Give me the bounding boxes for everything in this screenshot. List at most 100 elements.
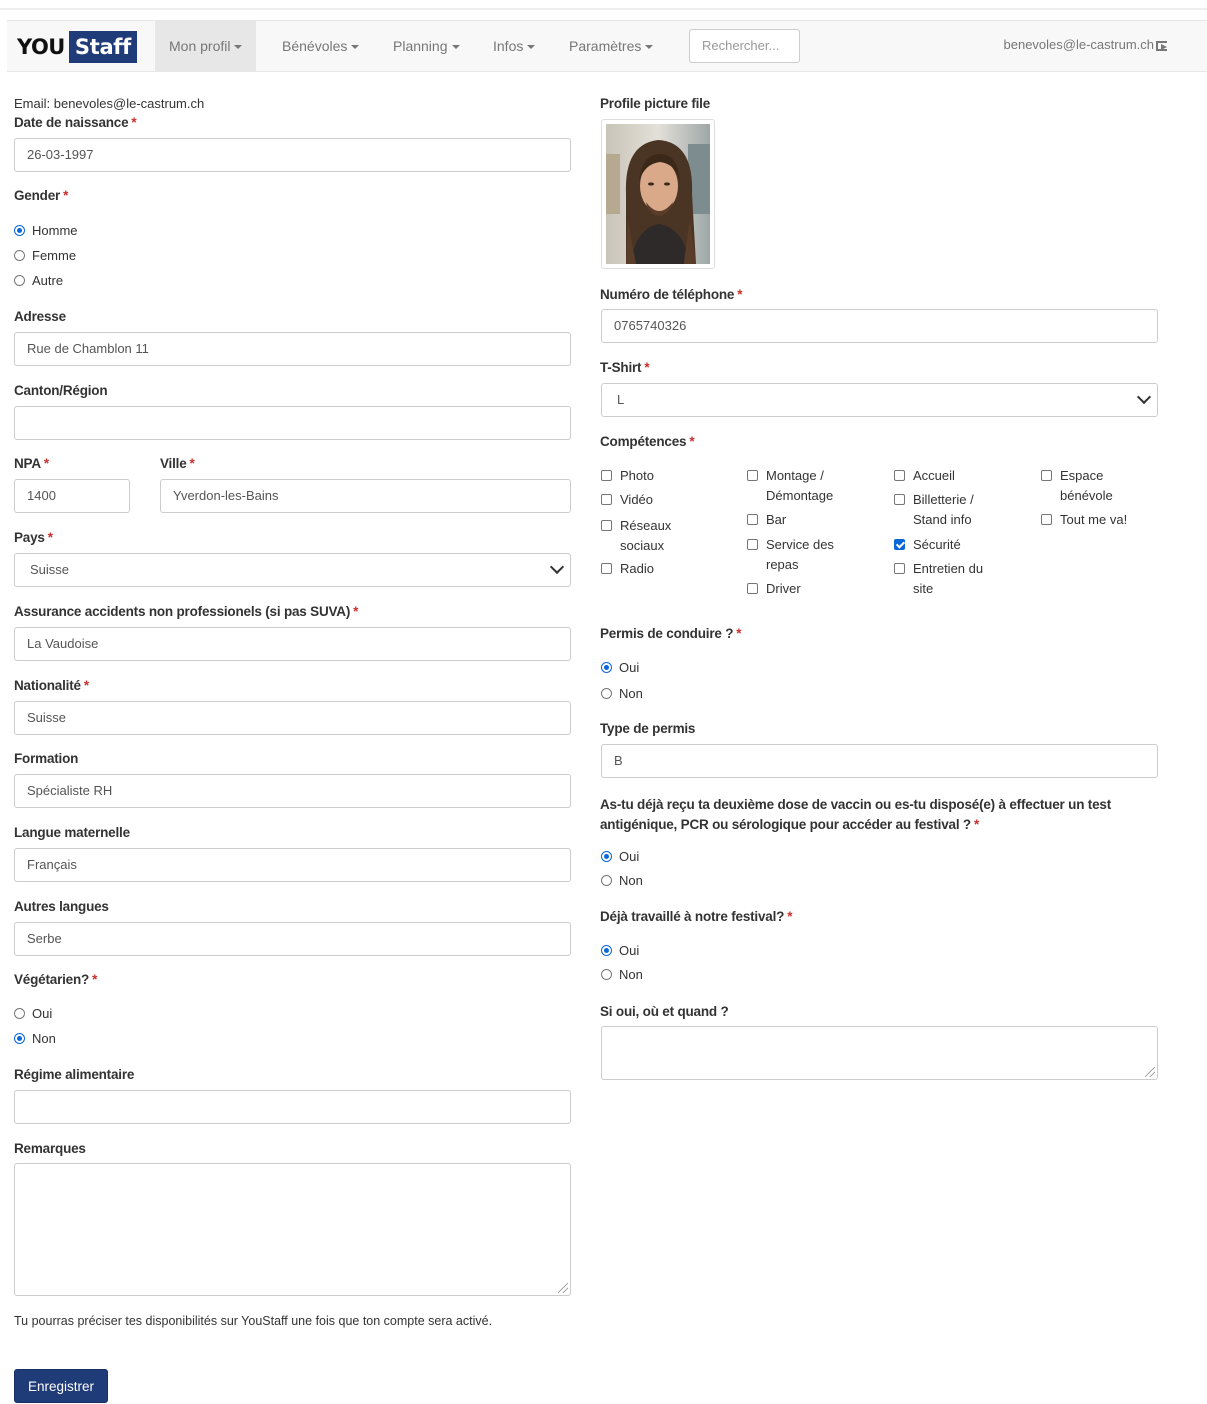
email-line: Email: benevoles@le-castrum.ch — [14, 96, 205, 111]
resize-grip-icon[interactable] — [1145, 1067, 1155, 1077]
country-value: Suisse — [30, 562, 70, 577]
checkbox-icon — [894, 494, 905, 505]
skill-driver-checkbox[interactable]: Driver — [747, 579, 877, 599]
mother-tongue-field[interactable]: Français — [14, 848, 571, 882]
skill-espace-checkbox[interactable]: Espace bénévole — [1041, 466, 1141, 506]
checkbox-checked-icon — [894, 539, 905, 550]
nav-label: Planning — [393, 38, 448, 54]
vegetarian-non-radio[interactable]: Non — [14, 1031, 56, 1046]
skill-montage-checkbox[interactable]: Montage / Démontage — [747, 466, 865, 506]
skill-billetterie-checkbox[interactable]: Billetterie / Stand info — [894, 490, 1004, 530]
city-field[interactable]: Yverdon-les-Bains — [160, 479, 571, 513]
brand-you: YOU — [17, 35, 65, 59]
license-type-field[interactable]: B — [601, 744, 1158, 778]
checkbox-icon — [747, 470, 758, 481]
diet-field[interactable] — [14, 1090, 571, 1124]
skill-entretien-checkbox[interactable]: Entretien du site — [894, 559, 1004, 599]
license-label: Permis de conduire ? * — [600, 626, 742, 641]
search-input[interactable]: Rechercher... — [689, 29, 800, 63]
diet-label: Régime alimentaire — [14, 1067, 135, 1082]
save-button[interactable]: Enregistrer — [14, 1369, 109, 1403]
tshirt-value: L — [617, 392, 625, 407]
checkbox-icon — [747, 514, 758, 525]
brand-logo[interactable]: YOU Staff — [17, 31, 137, 63]
gender-homme-radio[interactable]: Homme — [14, 223, 78, 238]
license-oui-radio[interactable]: Oui — [601, 660, 639, 675]
address-label: Adresse — [14, 309, 66, 324]
remarks-textarea[interactable] — [14, 1163, 571, 1296]
radio-icon — [601, 969, 612, 980]
vaccine-non-radio[interactable]: Non — [601, 873, 643, 888]
vaccine-label: As-tu déjà reçu ta deuxième dose de vacc… — [600, 797, 1111, 832]
tshirt-select[interactable]: L — [601, 383, 1158, 417]
skill-securite-checkbox[interactable]: Sécurité — [894, 535, 1024, 555]
radio-selected-icon — [601, 851, 612, 862]
skills-label: Compétences * — [600, 434, 695, 449]
insurance-field[interactable]: La Vaudoise — [14, 627, 571, 661]
license-type-label: Type de permis — [600, 721, 696, 736]
user-logout-link[interactable]: benevoles@le-castrum.ch — [1004, 21, 1167, 69]
tshirt-label: T-Shirt * — [600, 360, 650, 375]
nav-planning[interactable]: Planning — [379, 21, 474, 72]
skill-video-checkbox[interactable]: Vidéo — [601, 490, 731, 510]
skill-repas-checkbox[interactable]: Service des repas — [747, 535, 865, 575]
insurance-label: Assurance accidents non professionels (s… — [14, 604, 359, 619]
photo-label: Profile picture file — [600, 96, 711, 111]
nav-label: Bénévoles — [282, 38, 348, 54]
vegetarian-oui-radio[interactable]: Oui — [14, 1006, 52, 1021]
license-non-radio[interactable]: Non — [601, 686, 643, 701]
canton-field[interactable] — [14, 406, 571, 440]
radio-selected-icon — [14, 225, 25, 236]
radio-selected-icon — [14, 1033, 25, 1044]
where-when-textarea[interactable] — [601, 1026, 1158, 1080]
npa-field[interactable]: 1400 — [14, 479, 130, 513]
nav-parametres[interactable]: Paramètres — [555, 21, 667, 72]
resize-grip-icon[interactable] — [558, 1283, 568, 1293]
nav-infos[interactable]: Infos — [479, 21, 549, 72]
gender-label: Gender * — [14, 188, 69, 203]
npa-label: NPA * — [14, 456, 49, 471]
skill-radio-checkbox[interactable]: Radio — [601, 559, 731, 579]
canton-label: Canton/Région — [14, 383, 108, 398]
city-label: Ville * — [160, 456, 195, 471]
other-languages-field[interactable]: Serbe — [14, 922, 571, 956]
skill-reseaux-checkbox[interactable]: Réseaux sociaux — [601, 516, 691, 556]
skill-photo-checkbox[interactable]: Photo — [601, 466, 731, 486]
radio-selected-icon — [601, 945, 612, 956]
vaccine-oui-radio[interactable]: Oui — [601, 849, 639, 864]
address-field[interactable]: Rue de Chamblon 11 — [14, 332, 571, 366]
vegetarian-label: Végétarien? * — [14, 972, 98, 987]
nav-mon-profil[interactable]: Mon profil — [155, 21, 257, 72]
phone-field[interactable]: 0765740326 — [601, 309, 1158, 343]
gender-femme-radio[interactable]: Femme — [14, 248, 76, 263]
skill-tout-checkbox[interactable]: Tout me va! — [1041, 510, 1171, 530]
nav-label: Infos — [493, 38, 524, 54]
profile-picture[interactable] — [601, 119, 715, 269]
other-languages-label: Autres langues — [14, 899, 109, 914]
checkbox-icon — [1041, 514, 1052, 525]
checkbox-icon — [894, 563, 905, 574]
radio-icon — [14, 1008, 25, 1019]
checkbox-icon — [1041, 470, 1052, 481]
worked-oui-radio[interactable]: Oui — [601, 943, 639, 958]
skill-accueil-checkbox[interactable]: Accueil — [894, 466, 1024, 486]
caret-down-icon — [527, 45, 536, 50]
where-when-label: Si oui, où et quand ? — [600, 1004, 729, 1019]
gender-autre-radio[interactable]: Autre — [14, 273, 63, 288]
training-field[interactable]: Spécialiste RH — [14, 774, 571, 808]
country-select[interactable]: Suisse — [14, 553, 571, 587]
dob-field[interactable]: 26-03-1997 — [14, 138, 571, 172]
radio-selected-icon — [601, 662, 612, 673]
radio-icon — [601, 875, 612, 886]
skill-bar-checkbox[interactable]: Bar — [747, 510, 877, 530]
navbar: YOU Staff Mon profil Bénévoles Planning … — [7, 20, 1207, 72]
nav-benevoles[interactable]: Bénévoles — [268, 21, 373, 72]
caret-down-icon — [645, 45, 654, 50]
nationality-field[interactable]: Suisse — [14, 701, 571, 735]
availability-info: Tu pourras préciser tes disponibilités s… — [14, 1314, 493, 1328]
caret-down-icon — [351, 45, 360, 50]
radio-icon — [14, 250, 25, 261]
worked-non-radio[interactable]: Non — [601, 967, 643, 982]
phone-label: Numéro de téléphone * — [600, 287, 743, 302]
radio-icon — [601, 688, 612, 699]
